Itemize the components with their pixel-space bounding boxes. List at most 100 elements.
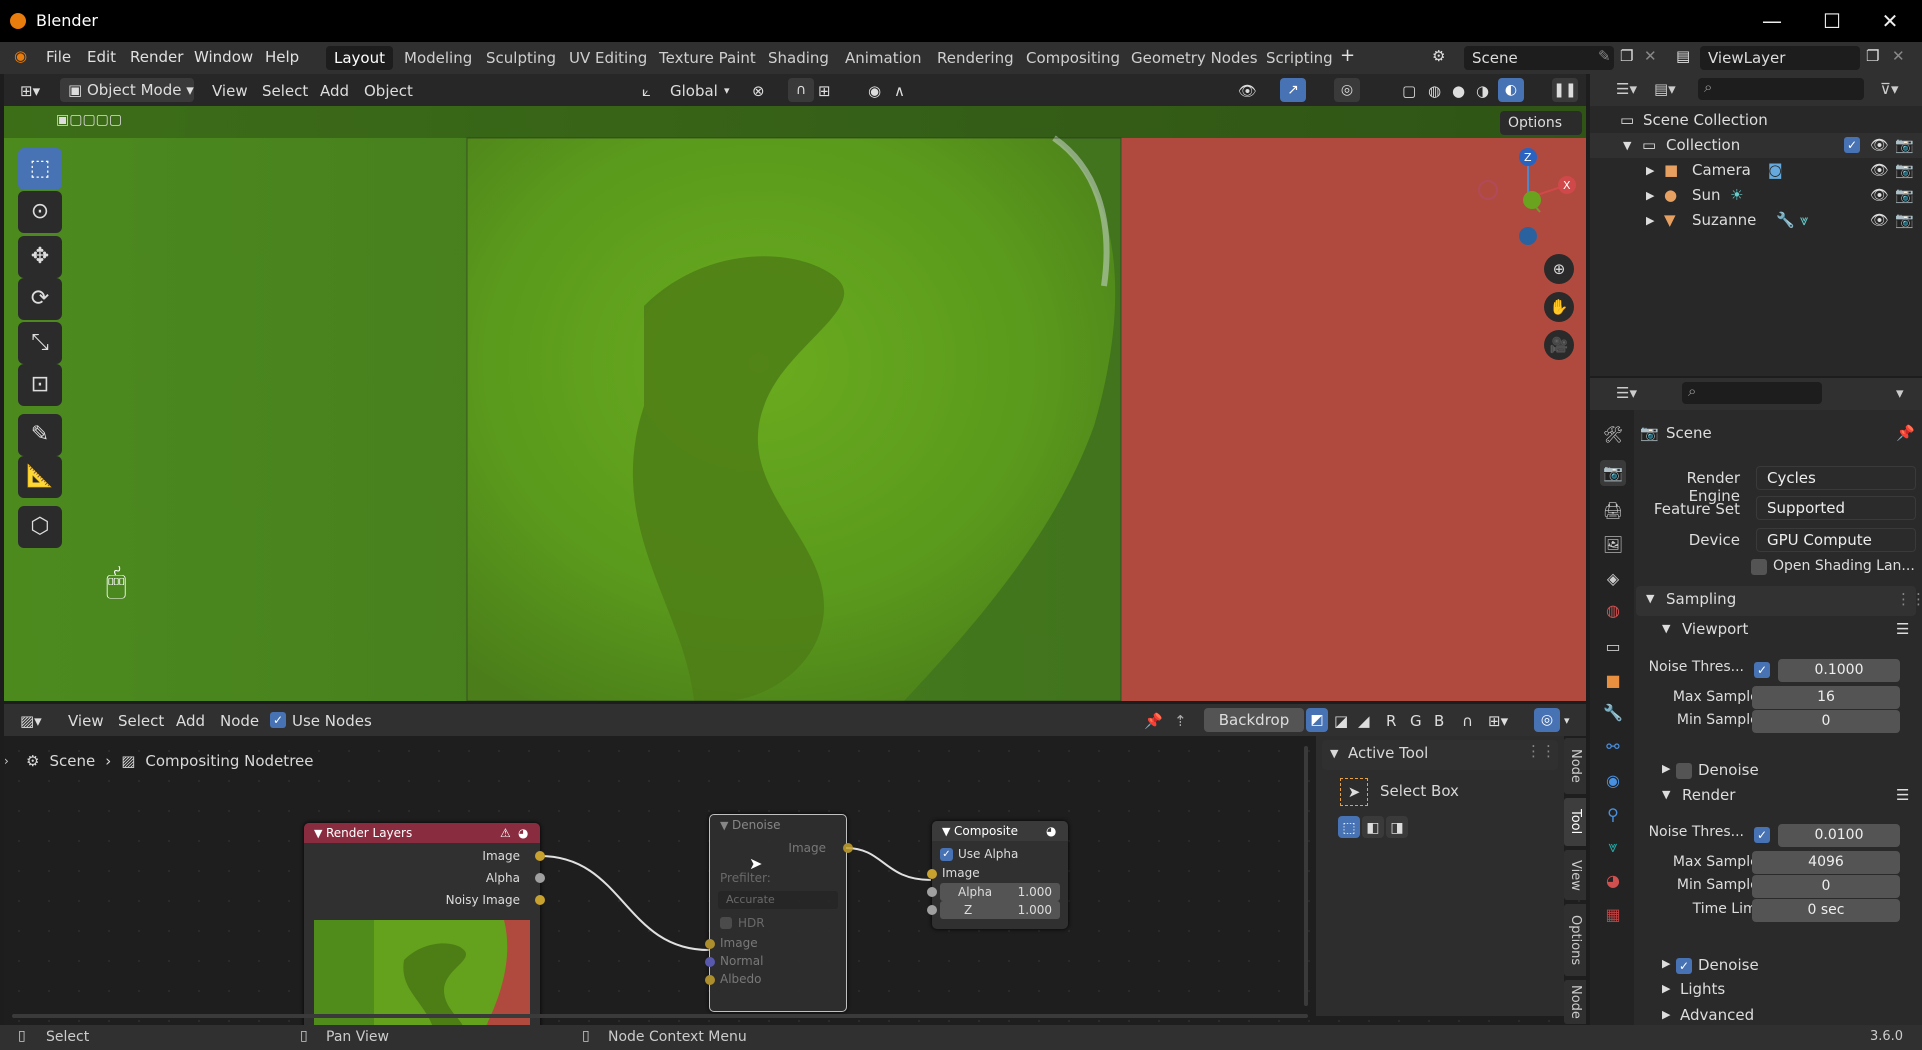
object-tab-icon[interactable]: ■ [1600,668,1626,694]
ne-menu-add[interactable]: Add [176,712,205,730]
view-layer-icon[interactable]: ▤ [1676,47,1690,65]
advanced-label[interactable]: Advanced [1680,1006,1754,1024]
chevron-down-icon[interactable]: ▾ [724,84,730,97]
vp-noise-checkbox[interactable]: ✓ [1754,662,1770,678]
add-workspace-icon[interactable]: + [1340,45,1355,66]
properties-editor-type-icon[interactable]: ☰▾ [1616,384,1637,402]
collapse-arrow-icon[interactable]: ▶ [1662,982,1670,995]
snap-target-icon[interactable]: ⊞ [818,82,831,100]
shading-rendered-icon[interactable]: ◐ [1498,78,1524,102]
ne-menu-node[interactable]: Node [220,712,259,730]
render-icon[interactable]: ◕ [1046,824,1056,838]
expand-arrow-icon[interactable]: ▼ [1623,133,1631,158]
tab-scripting[interactable]: Scripting [1258,46,1341,70]
eye-icon[interactable]: 👁 [1870,158,1889,183]
vp-menu-object[interactable]: Object [364,82,413,100]
sidebar-tab-options[interactable]: Options [1564,904,1586,976]
tab-compositing[interactable]: Compositing [1018,46,1128,70]
properties-search-input[interactable]: ⌕ [1682,382,1822,404]
horizontal-scrollbar[interactable] [12,1014,1308,1018]
snap-icon[interactable]: ∩ [788,78,814,102]
vp-menu-view[interactable]: View [212,82,248,100]
tool-tab-icon[interactable]: 🛠 [1600,422,1626,448]
zoom-icon[interactable]: ⊕ [1544,254,1574,284]
drag-handle-icon[interactable]: ⋮⋮ [1896,590,1922,608]
denoise-output-socket[interactable] [843,843,853,853]
mode-selector[interactable]: ▣ Object Mode ▾ [60,78,194,102]
mode-subtract-icon[interactable]: ◨ [1386,816,1408,838]
expand-arrow-icon[interactable]: ▼ [1646,592,1654,605]
use-alpha-checkbox[interactable]: ✓ [940,848,953,861]
collapse-arrow-icon[interactable]: ▼ [720,819,732,832]
outliner-editor-type-icon[interactable]: ☰▾ [1616,80,1637,98]
vp-max-field[interactable]: 16 [1752,686,1900,709]
eye-icon[interactable]: 👁 [1870,133,1889,158]
pin-icon[interactable]: ✎ [1598,47,1611,65]
chevron-down-icon[interactable]: ▾ [1896,384,1904,402]
collection-tab-icon[interactable]: ▭ [1600,634,1626,660]
albedo-socket[interactable] [705,975,715,985]
new-view-layer-icon[interactable]: ❐ [1866,47,1879,65]
parent-node-tree-icon[interactable]: ⇡ [1174,712,1187,730]
outliner-row-sun[interactable]: ▶ ● Sun ☀ 👁 📷 [1590,183,1922,208]
shading-solid-icon[interactable]: ● [1452,82,1465,100]
r-noise-field[interactable]: 0.0100 [1778,824,1900,847]
mesh-data-icon[interactable]: ⩔ [1800,208,1808,233]
maximize-icon[interactable]: ☐ [1812,8,1852,34]
backdrop-color-icon[interactable]: ◩ [1306,708,1328,732]
outliner-row-camera[interactable]: ▶ ■ Camera ◙ 👁 📷 [1590,158,1922,183]
collapse-arrow-icon[interactable]: ▼ [314,827,326,840]
channel-r[interactable]: R [1386,712,1396,730]
overlay-toggle-icon[interactable]: ◎ [1534,708,1560,732]
proportional-edit-icon[interactable]: ◉ [868,82,881,100]
eye-icon[interactable]: 👁 [1870,183,1889,208]
render-layers-node[interactable]: ▼ Render Layers ⚠ ◕ Image Alpha Noisy Im… [304,823,545,1025]
sidebar-tab-node[interactable]: Node [1564,738,1586,794]
drag-handle-icon[interactable]: ⋮⋮ [1526,742,1556,760]
constraints-tab-icon[interactable]: ⚲ [1600,802,1626,828]
select-mode-icons[interactable]: ▣▢▢▢▢ [56,112,122,128]
r-noise-checkbox[interactable]: ✓ [1754,827,1770,843]
menu-edit[interactable]: Edit [87,48,116,66]
chevron-down-icon[interactable]: ▾ [1564,714,1570,727]
physics-tab-icon[interactable]: ◉ [1600,768,1626,794]
render-engine-dropdown[interactable]: Cycles [1756,466,1916,490]
orientation-selector[interactable]: Global [670,82,718,100]
menu-render[interactable]: Render [130,48,183,66]
snap-icon[interactable]: ∩ [1462,712,1473,730]
eye-icon[interactable]: 👁 [1870,208,1889,233]
noisy-image-socket[interactable] [535,895,545,905]
channel-b[interactable]: B [1434,712,1444,730]
pin-icon[interactable]: 📌 [1896,424,1915,442]
select-box-icon[interactable]: ➤ [1340,778,1368,806]
tab-geometry-nodes[interactable]: Geometry Nodes [1123,46,1266,70]
shading-material-icon[interactable]: ◑ [1476,82,1489,100]
collection-checkbox[interactable]: ✓ [1844,137,1860,153]
menu-file[interactable]: File [46,48,71,66]
render-camera-icon[interactable]: 📷 [1895,133,1914,158]
scale-tool-icon[interactable]: ⤡ [18,322,62,364]
render-icon[interactable]: ◕ [518,826,528,840]
image-socket[interactable] [535,851,545,861]
lights-label[interactable]: Lights [1680,980,1725,998]
mode-set-icon[interactable]: ⬚ [1338,816,1360,838]
denoise-header[interactable]: ▼ Denoise [710,815,846,835]
gizmo-neg-z[interactable] [1519,227,1537,245]
blender-menu-icon[interactable]: ◉ [14,47,27,65]
expand-arrow-icon[interactable]: ▶ [1646,183,1654,208]
sidebar-tab-node-wrangler[interactable]: Node [1564,980,1586,1024]
expand-arrow-icon[interactable]: ▼ [1330,747,1338,760]
camera-view-icon[interactable]: 🎥 [1544,330,1574,360]
collapse-arrow-icon[interactable]: ▶ [1662,1008,1670,1021]
modifier-wrench-icon[interactable]: 🔧 [1776,208,1795,233]
pin-icon[interactable]: 📌 [1144,712,1163,730]
vp-min-field[interactable]: 0 [1752,710,1900,733]
tab-modeling[interactable]: Modeling [396,46,480,70]
tab-rendering[interactable]: Rendering [929,46,1022,70]
expand-arrow-icon[interactable]: ▼ [1662,622,1670,635]
prefilter-dropdown[interactable]: Accurate [718,891,838,909]
tab-sculpting[interactable]: Sculpting [478,46,564,70]
expand-arrow-icon[interactable]: ▶ [1646,158,1654,183]
sidebar-tab-tool[interactable]: Tool [1564,798,1586,846]
collapse-arrow-icon[interactable]: ▶ [1662,762,1670,775]
